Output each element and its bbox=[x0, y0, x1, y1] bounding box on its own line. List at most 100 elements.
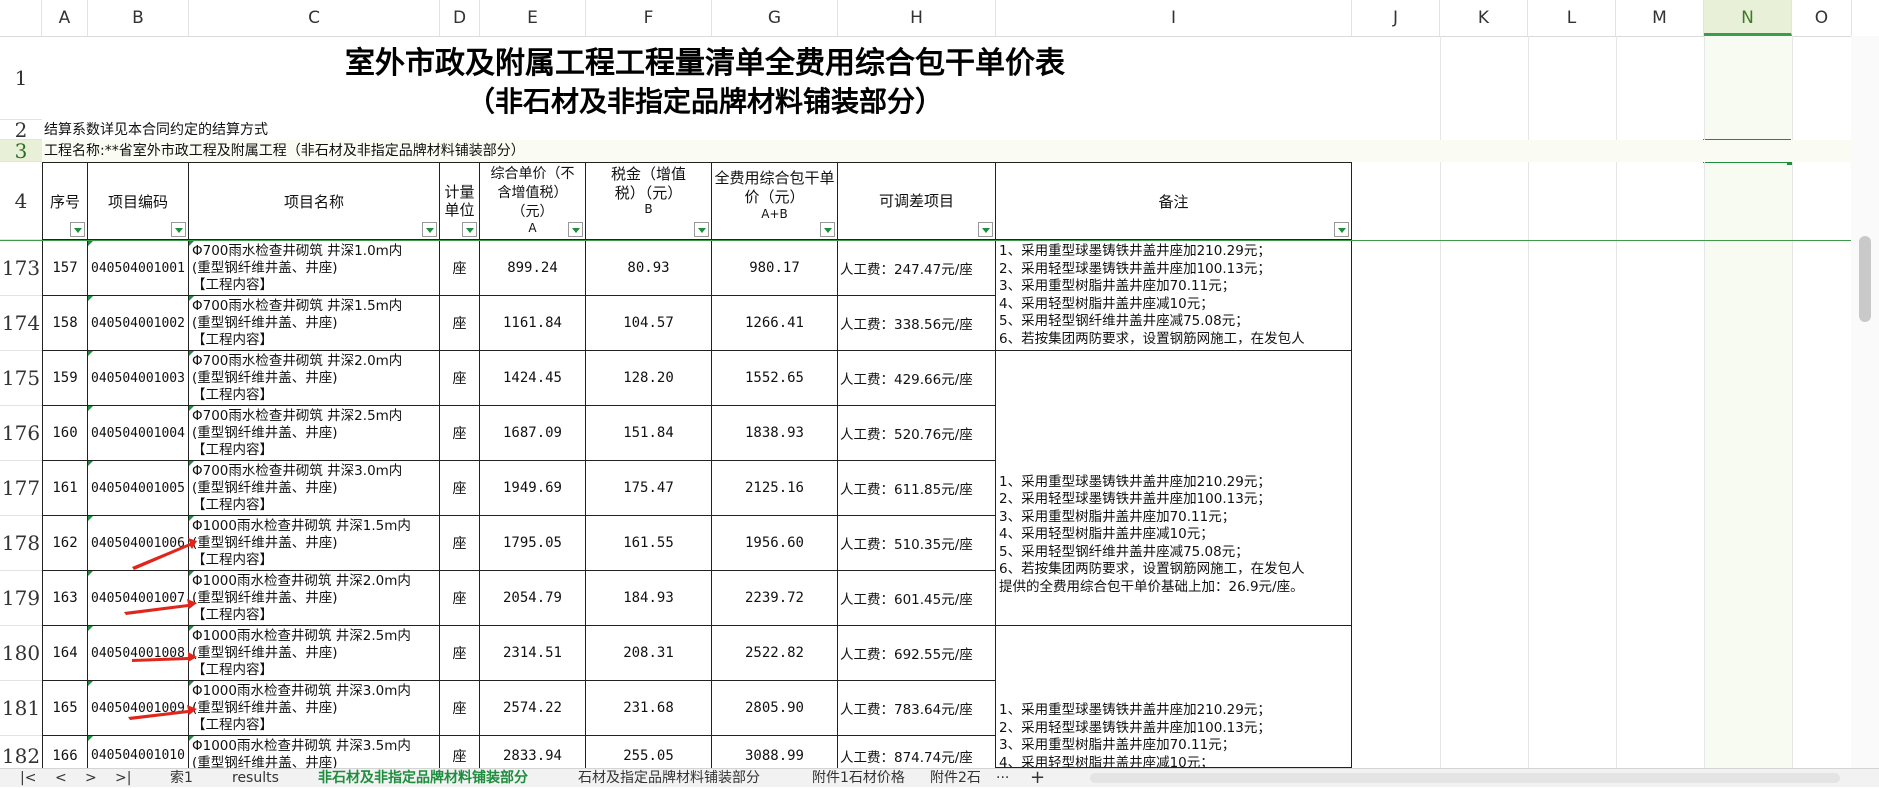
cell-unit[interactable]: 座 bbox=[440, 516, 480, 571]
cell-total[interactable]: 1552.65 bbox=[712, 351, 838, 406]
cell-adjust[interactable]: 人工费：611.85元/座 bbox=[838, 461, 996, 516]
vertical-scrollbar[interactable] bbox=[1851, 36, 1879, 768]
cell-total[interactable]: 980.17 bbox=[712, 241, 838, 296]
column-header-b[interactable]: B bbox=[88, 0, 189, 36]
cell-code[interactable]: 040504001009 bbox=[88, 681, 189, 736]
row-header[interactable]: 177 bbox=[0, 461, 42, 516]
corner-cell[interactable] bbox=[0, 0, 42, 36]
cell-seq[interactable]: 164 bbox=[42, 626, 88, 681]
cell-name[interactable]: Φ700雨水检查井砌筑 井深2.0m内 (重型钢纤维井盖、井座) 【工程内容】 bbox=[189, 351, 440, 406]
cell-tax[interactable]: 231.68 bbox=[586, 681, 712, 736]
prev-sheet-button[interactable]: < bbox=[55, 769, 67, 787]
cell-name[interactable]: Φ1000雨水检查井砌筑 井深1.5m内 (重型钢纤维井盖、井座) 【工程内容】 bbox=[189, 516, 440, 571]
sheet-tab[interactable]: 索1 bbox=[170, 769, 193, 787]
filter-dropdown-icon[interactable] bbox=[694, 222, 709, 237]
sheet-tab[interactable]: 附件1石材价格 bbox=[812, 769, 905, 787]
column-header-f[interactable]: F bbox=[586, 0, 712, 36]
cell-seq[interactable]: 160 bbox=[42, 406, 88, 461]
horizontal-scrollbar[interactable] bbox=[1090, 773, 1840, 783]
cell-price[interactable]: 1424.45 bbox=[480, 351, 586, 406]
column-header-j[interactable]: J bbox=[1352, 0, 1440, 36]
cell-total[interactable]: 2239.72 bbox=[712, 571, 838, 626]
cell-tax[interactable]: 184.93 bbox=[586, 571, 712, 626]
cell-total[interactable]: 1956.60 bbox=[712, 516, 838, 571]
cell-tax[interactable]: 161.55 bbox=[586, 516, 712, 571]
cell-adjust[interactable]: 人工费：429.66元/座 bbox=[838, 351, 996, 406]
cell-price[interactable]: 2314.51 bbox=[480, 626, 586, 681]
row-header[interactable]: 178 bbox=[0, 516, 42, 571]
cell-seq[interactable]: 163 bbox=[42, 571, 88, 626]
cell-price[interactable]: 2054.79 bbox=[480, 571, 586, 626]
cell-price[interactable]: 1949.69 bbox=[480, 461, 586, 516]
cell-seq[interactable]: 161 bbox=[42, 461, 88, 516]
cell-code[interactable]: 040504001008 bbox=[88, 626, 189, 681]
row-header[interactable]: 180 bbox=[0, 626, 42, 681]
column-header-i[interactable]: I bbox=[996, 0, 1352, 36]
cell-total[interactable]: 2125.16 bbox=[712, 461, 838, 516]
column-header-h[interactable]: H bbox=[838, 0, 996, 36]
cell-code[interactable]: 040504001006 bbox=[88, 516, 189, 571]
filter-dropdown-icon[interactable] bbox=[978, 222, 993, 237]
cell-adjust[interactable]: 人工费：601.45元/座 bbox=[838, 571, 996, 626]
cell-tax[interactable]: 208.31 bbox=[586, 626, 712, 681]
more-tabs-button[interactable]: ··· bbox=[996, 769, 1009, 787]
filter-dropdown-icon[interactable] bbox=[70, 222, 85, 237]
column-header-m[interactable]: M bbox=[1616, 0, 1704, 36]
cell-name[interactable]: Φ700雨水检查井砌筑 井深3.0m内 (重型钢纤维井盖、井座) 【工程内容】 bbox=[189, 461, 440, 516]
cell-price[interactable]: 1161.84 bbox=[480, 296, 586, 351]
cell-adjust[interactable]: 人工费：338.56元/座 bbox=[838, 296, 996, 351]
column-header-k[interactable]: K bbox=[1440, 0, 1528, 36]
cell-name[interactable]: Φ700雨水检查井砌筑 井深1.5m内 (重型钢纤维井盖、井座) 【工程内容】 bbox=[189, 296, 440, 351]
filter-dropdown-icon[interactable] bbox=[1334, 222, 1349, 237]
cell-adjust[interactable]: 人工费：520.76元/座 bbox=[838, 406, 996, 461]
row-header-1[interactable]: 1 bbox=[0, 36, 42, 120]
cell-unit[interactable]: 座 bbox=[440, 406, 480, 461]
column-header-e[interactable]: E bbox=[480, 0, 586, 36]
row-header[interactable]: 181 bbox=[0, 681, 42, 736]
last-sheet-button[interactable]: >| bbox=[115, 769, 131, 787]
cell-name[interactable]: Φ1000雨水检查井砌筑 井深3.0m内 (重型钢纤维井盖、井座) 【工程内容】 bbox=[189, 681, 440, 736]
cell-total[interactable]: 2805.90 bbox=[712, 681, 838, 736]
cell-unit[interactable]: 座 bbox=[440, 571, 480, 626]
row-header-3[interactable]: 3 bbox=[0, 139, 42, 163]
column-header-d[interactable]: D bbox=[440, 0, 480, 36]
cell-unit[interactable]: 座 bbox=[440, 241, 480, 296]
cell-price[interactable]: 899.24 bbox=[480, 241, 586, 296]
column-header-g[interactable]: G bbox=[712, 0, 838, 36]
add-sheet-button[interactable]: + bbox=[1030, 769, 1045, 787]
column-header-a[interactable]: A bbox=[42, 0, 88, 36]
cell-code[interactable]: 040504001003 bbox=[88, 351, 189, 406]
scrollbar-thumb[interactable] bbox=[1859, 236, 1871, 322]
cell-unit[interactable]: 座 bbox=[440, 296, 480, 351]
cell-total[interactable]: 2522.82 bbox=[712, 626, 838, 681]
cell-adjust[interactable]: 人工费：510.35元/座 bbox=[838, 516, 996, 571]
row-header-2[interactable]: 2 bbox=[0, 118, 42, 142]
cell-tax[interactable]: 175.47 bbox=[586, 461, 712, 516]
cell-price[interactable]: 1687.09 bbox=[480, 406, 586, 461]
cell-code[interactable]: 040504001001 bbox=[88, 241, 189, 296]
cell-adjust[interactable]: 人工费：247.47元/座 bbox=[838, 241, 996, 296]
filter-dropdown-icon[interactable] bbox=[422, 222, 437, 237]
column-header-o[interactable]: O bbox=[1792, 0, 1852, 36]
cell-seq[interactable]: 159 bbox=[42, 351, 88, 406]
cell-seq[interactable]: 157 bbox=[42, 241, 88, 296]
row-header[interactable]: 175 bbox=[0, 351, 42, 406]
cell-tax[interactable]: 104.57 bbox=[586, 296, 712, 351]
filter-dropdown-icon[interactable] bbox=[820, 222, 835, 237]
column-header-c[interactable]: C bbox=[189, 0, 440, 36]
row-header[interactable]: 174 bbox=[0, 296, 42, 351]
sheet-tab[interactable]: 附件2石 bbox=[930, 769, 981, 787]
filter-dropdown-icon[interactable] bbox=[171, 222, 186, 237]
cell-total[interactable]: 1838.93 bbox=[712, 406, 838, 461]
next-sheet-button[interactable]: > bbox=[85, 769, 97, 787]
row-header[interactable]: 176 bbox=[0, 406, 42, 461]
cell-code[interactable]: 040504001007 bbox=[88, 571, 189, 626]
cell-unit[interactable]: 座 bbox=[440, 461, 480, 516]
cell-name[interactable]: Φ700雨水检查井砌筑 井深1.0m内 (重型钢纤维井盖、井座) 【工程内容】 bbox=[189, 241, 440, 296]
cell-seq[interactable]: 158 bbox=[42, 296, 88, 351]
first-sheet-button[interactable]: |< bbox=[20, 769, 36, 787]
cell-unit[interactable]: 座 bbox=[440, 681, 480, 736]
cell-code[interactable]: 040504001005 bbox=[88, 461, 189, 516]
cell-price[interactable]: 1795.05 bbox=[480, 516, 586, 571]
cell-total[interactable]: 1266.41 bbox=[712, 296, 838, 351]
